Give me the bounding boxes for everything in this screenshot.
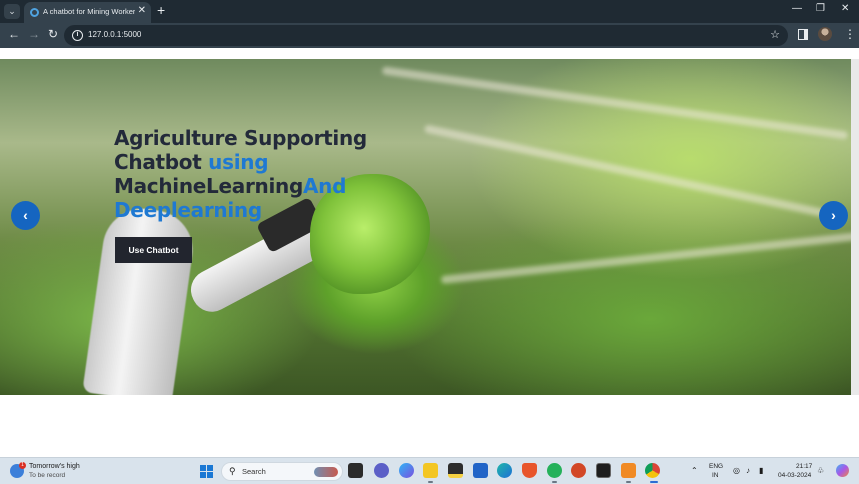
clock-time[interactable]: 21:17 xyxy=(796,463,812,470)
whatsapp-icon[interactable] xyxy=(547,463,562,478)
language-code[interactable]: ENG xyxy=(709,463,723,470)
app-active-indicator xyxy=(650,481,658,483)
sticky-notes-icon[interactable] xyxy=(448,463,463,478)
file-explorer-icon[interactable] xyxy=(423,463,438,478)
forward-arrow-icon[interactable]: → xyxy=(28,27,40,41)
hero-title-accent: using xyxy=(208,150,269,174)
terminal-icon[interactable] xyxy=(596,463,611,478)
taskbar-search-box[interactable]: ⚲ Search xyxy=(221,462,343,481)
browser-menu-icon[interactable]: ⋮ xyxy=(844,27,856,41)
weather-headline[interactable]: Tomorrow's high xyxy=(29,463,80,470)
battery-icon[interactable]: ▮ xyxy=(759,466,763,475)
site-info-icon[interactable]: i xyxy=(72,30,83,41)
bookmark-star-icon[interactable]: ☆ xyxy=(770,28,780,41)
store-icon[interactable] xyxy=(473,463,488,478)
reload-icon[interactable]: ↻ xyxy=(48,27,58,41)
hero-carousel-slide: Agriculture Supporting Chatbot using Mac… xyxy=(0,59,851,395)
search-icon: ⚲ xyxy=(229,466,236,476)
hero-title: Agriculture Supporting Chatbot using Mac… xyxy=(114,126,414,222)
new-tab-button[interactable]: + xyxy=(157,2,165,18)
search-placeholder: Search xyxy=(242,467,266,476)
search-highlight-image xyxy=(314,467,338,477)
copilot-tray-icon[interactable] xyxy=(836,464,849,477)
app-running-indicator xyxy=(552,481,557,483)
shelf-decoration xyxy=(440,232,851,284)
address-bar[interactable]: i 127.0.0.1:5000 ☆ xyxy=(64,25,788,46)
browser-toolbar: ← → ↻ i 127.0.0.1:5000 ☆ ⋮ xyxy=(0,23,859,48)
carousel-prev-button[interactable]: ‹ xyxy=(11,201,40,230)
language-region[interactable]: IN xyxy=(712,472,719,479)
window-minimize-button[interactable]: — xyxy=(792,3,802,14)
powerpoint-icon[interactable] xyxy=(571,463,586,478)
page-scrollbar[interactable] xyxy=(851,59,859,395)
notification-bell-icon[interactable]: ♧ xyxy=(817,466,824,475)
robot-arm-image xyxy=(82,203,198,395)
edge-icon[interactable] xyxy=(497,463,512,478)
chrome-icon[interactable] xyxy=(645,463,660,478)
hero-title-part: Agriculture Supporting xyxy=(114,126,367,150)
hero-title-accent: Deeplearning xyxy=(114,198,262,222)
browser-tab-strip: ⌄ A chatbot for Mining Worker Sa ✕ + — ❐… xyxy=(0,0,859,23)
browser-tab-active[interactable]: A chatbot for Mining Worker Sa ✕ xyxy=(24,2,151,23)
hero-title-part: MachineLearning xyxy=(114,174,303,198)
back-arrow-icon[interactable]: ← xyxy=(8,27,20,41)
brave-icon[interactable] xyxy=(522,463,537,478)
weather-badge: 1 xyxy=(19,462,26,469)
hero-title-accent: And xyxy=(302,174,347,198)
task-view-icon[interactable] xyxy=(348,463,363,478)
use-chatbot-button[interactable]: Use Chatbot xyxy=(115,237,192,263)
carousel-next-button[interactable]: › xyxy=(819,201,848,230)
site-favicon-icon xyxy=(30,8,39,17)
profile-avatar[interactable] xyxy=(818,27,832,41)
shelf-decoration xyxy=(423,124,847,222)
tab-close-icon[interactable]: ✕ xyxy=(138,5,146,16)
weather-subtext[interactable]: To be record xyxy=(29,472,65,479)
teams-chat-icon[interactable] xyxy=(374,463,389,478)
windows-start-icon[interactable] xyxy=(200,465,213,478)
windows-taskbar: 1 Tomorrow's high To be record ⚲ Search … xyxy=(0,457,859,484)
copilot-icon[interactable] xyxy=(399,463,414,478)
window-close-button[interactable]: ✕ xyxy=(841,3,849,14)
address-url[interactable]: 127.0.0.1:5000 xyxy=(88,30,141,39)
clock-date[interactable]: 04-03-2024 xyxy=(778,472,811,479)
volume-icon[interactable]: ♪ xyxy=(746,466,750,475)
app-running-indicator xyxy=(626,481,631,483)
tab-title: A chatbot for Mining Worker Sa xyxy=(43,7,135,16)
window-maximize-button[interactable]: ❐ xyxy=(816,3,825,14)
show-hidden-icons-chevron-icon[interactable]: ⌃ xyxy=(691,466,698,475)
tab-search-button[interactable]: ⌄ xyxy=(4,4,20,19)
shelf-decoration xyxy=(381,66,849,140)
side-panel-icon[interactable] xyxy=(798,29,808,40)
web-page: Agriculture Supporting Chatbot using Mac… xyxy=(0,48,859,457)
xampp-icon[interactable] xyxy=(621,463,636,478)
hero-title-part: Chatbot xyxy=(114,150,209,174)
app-running-indicator xyxy=(428,481,433,483)
wifi-icon[interactable]: ◎ xyxy=(733,466,740,475)
